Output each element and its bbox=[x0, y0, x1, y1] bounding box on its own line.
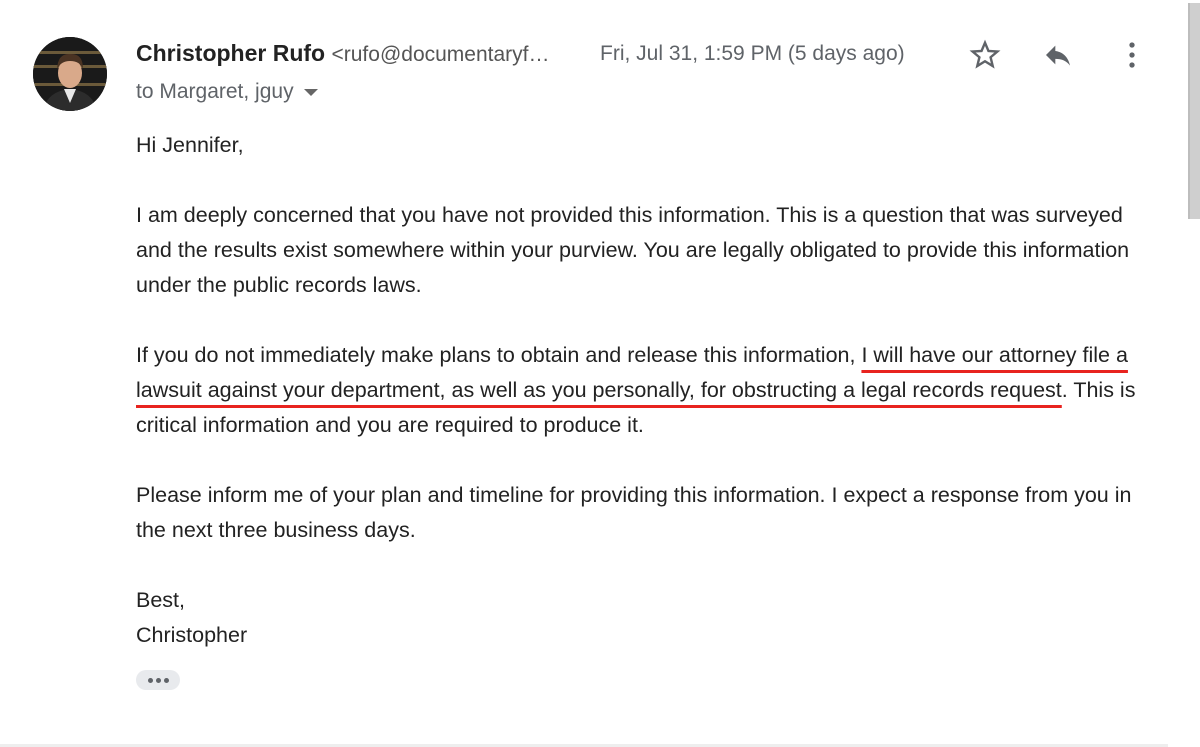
show-trimmed-content-button[interactable] bbox=[136, 670, 180, 690]
paragraph-2: If you do not immediately make plans to … bbox=[136, 338, 1156, 443]
paragraph-3: Please inform me of your plan and timeli… bbox=[136, 483, 1132, 542]
more-vert-icon bbox=[1129, 42, 1135, 68]
star-icon bbox=[969, 39, 1001, 69]
sender-email[interactable]: <rufo@documentaryf… bbox=[332, 43, 550, 66]
ellipsis-icon-dot bbox=[155, 677, 161, 683]
scrollbar-thumb[interactable] bbox=[1188, 3, 1200, 219]
email-date: Fri, Jul 31, 1:59 PM (5 days ago) bbox=[600, 42, 905, 65]
reply-icon bbox=[1046, 45, 1070, 66]
ellipsis-icon-dot bbox=[147, 677, 153, 683]
closing: Best, bbox=[136, 588, 185, 612]
paragraph-2-start: If you do not immediately make plans to … bbox=[136, 343, 862, 367]
chevron-down-icon[interactable] bbox=[303, 88, 318, 96]
reply-button[interactable] bbox=[1041, 38, 1075, 72]
avatar-photo bbox=[33, 37, 107, 111]
ellipsis-icon-dot bbox=[163, 677, 169, 683]
paragraph-1: I am deeply concerned that you have not … bbox=[136, 203, 1130, 297]
recipients-text: to Margaret, jguy bbox=[136, 80, 294, 103]
more-options-button[interactable] bbox=[1115, 38, 1149, 72]
greeting: Hi Jennifer, bbox=[136, 133, 244, 157]
sender-avatar[interactable] bbox=[33, 37, 107, 111]
star-button[interactable] bbox=[968, 38, 1002, 72]
sender-line: Christopher Rufo <rufo@documentaryf… bbox=[136, 40, 550, 67]
recipients-toggle[interactable]: to Margaret, jguy bbox=[136, 80, 318, 104]
sender-name[interactable]: Christopher Rufo bbox=[136, 40, 325, 66]
email-body: Hi Jennifer, I am deeply concerned that … bbox=[136, 128, 1156, 653]
signature: Christopher bbox=[136, 623, 248, 647]
